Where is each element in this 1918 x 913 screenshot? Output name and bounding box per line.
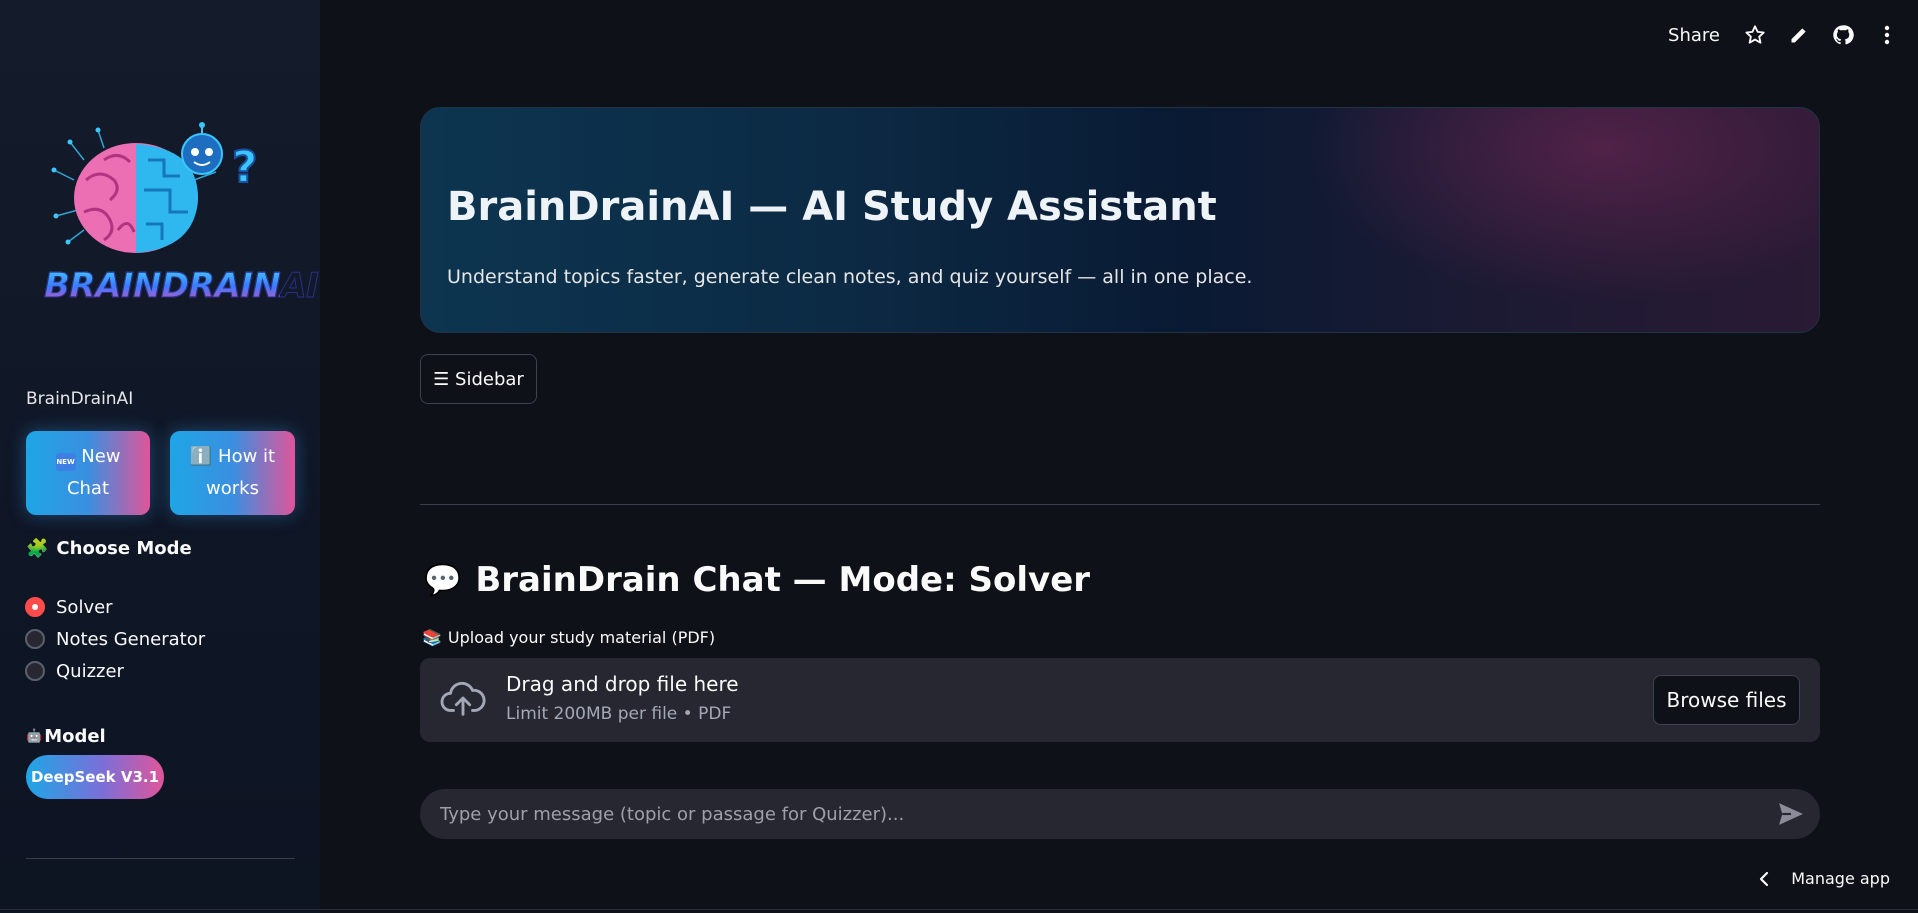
model-heading: 🤖 Model (26, 726, 106, 747)
file-dropzone[interactable]: Drag and drop file here Limit 200MB per … (420, 658, 1820, 742)
mode-option-label: Solver (56, 596, 113, 618)
sidebar-brand: BrainDrainAI (26, 389, 134, 409)
main-divider (420, 504, 1820, 505)
share-button[interactable]: Share (1668, 25, 1720, 46)
mode-option-label: Quizzer (56, 660, 124, 682)
upload-label-text: Upload your study material (PDF) (447, 628, 716, 647)
brain-robot-logo-icon: ? (51, 122, 259, 253)
hero-subtitle: Understand topics faster, generate clean… (447, 266, 1253, 288)
speech-bubble-icon: 💬 (424, 562, 462, 598)
send-icon[interactable] (1778, 802, 1804, 826)
model-badge: DeepSeek V3.1 (26, 755, 164, 799)
new-chat-label-1: New (81, 446, 121, 467)
chat-title: BrainDrain Chat — Mode: Solver (475, 560, 1091, 600)
page-title: BrainDrainAI — AI Study Assistant (447, 184, 1217, 230)
upload-label: 📚 Upload your study material (PDF) (422, 628, 715, 647)
logo-wordmark: BRAINDRAINAI (44, 266, 320, 307)
sidebar-toggle-button[interactable]: ☰ Sidebar (420, 354, 537, 404)
radio-dot[interactable] (25, 597, 45, 617)
new-badge-icon: NEW (55, 453, 76, 471)
dropzone-limit: Limit 200MB per file • PDF (506, 704, 732, 724)
bottom-border (0, 909, 1918, 910)
dropzone-title: Drag and drop file here (506, 672, 739, 696)
app-logo: ? BRAINDRAINAI (44, 120, 320, 320)
radio-dot[interactable] (25, 629, 45, 649)
svg-text:?: ? (232, 142, 258, 193)
robot-icon: 🤖 (26, 729, 43, 744)
choose-mode-heading: 🧩 Choose Mode (26, 538, 192, 559)
browse-files-button[interactable]: Browse files (1653, 675, 1800, 725)
top-toolbar: Share (1668, 20, 1898, 50)
new-chat-label-2: Chat (66, 478, 110, 499)
manage-app-label: Manage app (1791, 869, 1890, 888)
star-icon[interactable] (1744, 24, 1766, 46)
model-title: Model (44, 726, 106, 747)
choose-mode-title: Choose Mode (56, 538, 192, 559)
mode-radio-quizzer[interactable]: Quizzer (25, 655, 205, 687)
chevron-left-icon (1760, 871, 1769, 886)
how-it-works-label-2: works (206, 478, 259, 499)
chat-input-container (420, 789, 1820, 839)
sidebar: ? BRAINDRAINAI BrainDrainAI NEW New Chat… (0, 0, 320, 913)
sidebar-divider (26, 858, 295, 859)
new-chat-button[interactable]: NEW New Chat (26, 431, 150, 515)
manage-app-button[interactable]: Manage app (1759, 869, 1890, 888)
chat-heading: 💬 BrainDrain Chat — Mode: Solver (424, 560, 1090, 600)
cloud-upload-icon (440, 681, 486, 716)
mode-option-label: Notes Generator (56, 628, 206, 650)
mode-radio-group: Solver Notes Generator Quizzer (25, 591, 205, 687)
more-vertical-icon[interactable] (1876, 24, 1898, 46)
pencil-icon[interactable] (1788, 24, 1810, 46)
mode-radio-solver[interactable]: Solver (25, 591, 205, 623)
chat-message-input[interactable] (440, 789, 1760, 839)
books-icon: 📚 (422, 628, 442, 647)
info-icon: ℹ️ (189, 446, 213, 467)
hero-banner: BrainDrainAI — AI Study Assistant Unders… (420, 107, 1820, 333)
github-icon[interactable] (1832, 24, 1854, 46)
radio-dot[interactable] (25, 661, 45, 681)
mode-radio-notes-generator[interactable]: Notes Generator (25, 623, 205, 655)
how-it-works-label-1: How it (218, 446, 276, 467)
how-it-works-button[interactable]: ℹ️ How it works (170, 431, 295, 515)
puzzle-icon: 🧩 (26, 538, 49, 559)
